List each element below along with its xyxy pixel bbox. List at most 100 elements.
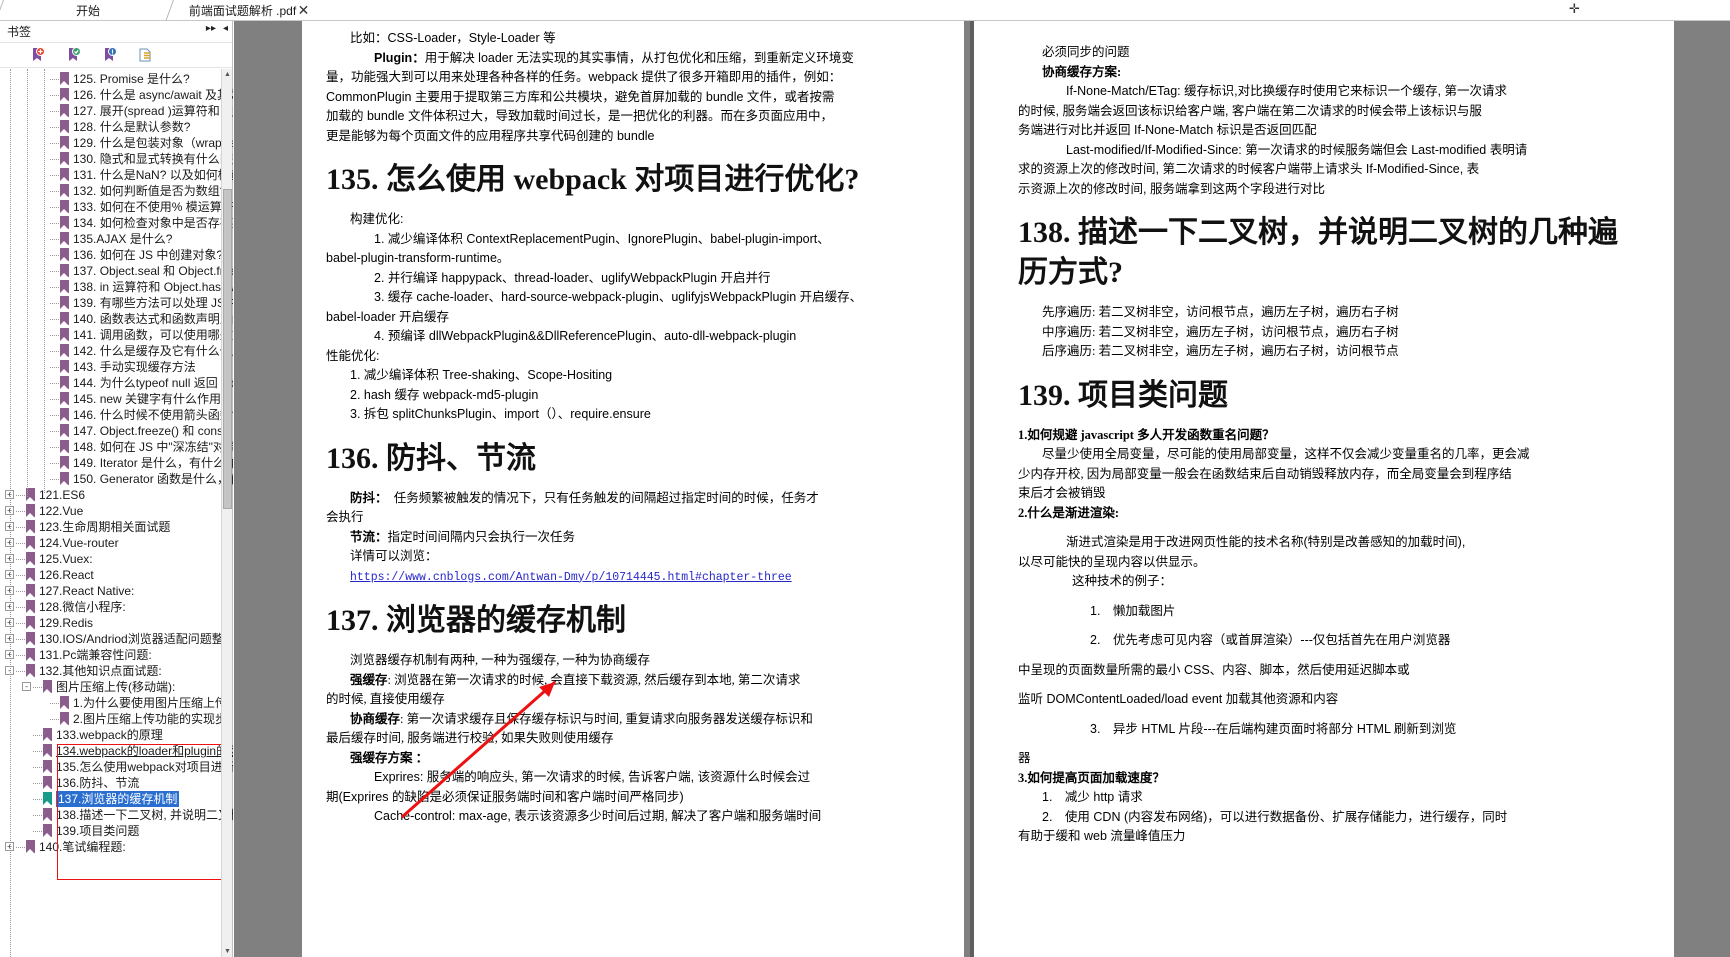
bookmark-item[interactable]: +123.生命周期相关面试题 — [0, 519, 233, 535]
bookmark-item[interactable]: 141. 调用函数，可以使用哪些方 — [0, 327, 233, 343]
bookmark-item[interactable]: 134.webpack的loader和plugin的区 — [0, 743, 233, 759]
text-run: 尽量少使用全局变量，尽可能的使用局部变量，这样不仅会减少变量重名的几率，更会减 — [1042, 447, 1530, 461]
paragraph: 1.如何规避 javascript 多人开发函数重名问题？ — [1018, 426, 1644, 446]
text-run: 的时候, 服务端会返回该标识给客户端, 客户端在第二次请求的时候会带上该标识与服 — [1018, 103, 1482, 118]
scroll-up-arrow[interactable]: ▲ — [222, 69, 233, 80]
tab-document[interactable]: 前端面试题解析 .pdf — [170, 0, 315, 21]
bookmark-item[interactable]: 135.AJAX 是什么? — [0, 231, 233, 247]
bookmark-item[interactable]: 138.描述一下二叉树, 并说明二叉树 — [0, 807, 233, 823]
document-viewport[interactable]: 比如：CSS-Loader，Style-Loader 等 Plugin：用于解决 … — [234, 21, 1730, 957]
bookmark-item[interactable]: +124.Vue-router — [0, 535, 233, 551]
bookmark-item[interactable]: 136.防抖、节流 — [0, 775, 233, 791]
bookmark-flag-icon — [26, 632, 35, 645]
bookmark-item[interactable]: 129. 什么是包装对象（wrapper — [0, 135, 233, 151]
bookmark-tree[interactable]: 125. Promise 是什么? 126. 什么是 async/await 及其… — [0, 69, 233, 957]
bookmark-flag-icon — [43, 792, 52, 805]
text-run: 比如：CSS-Loader，Style-Loader 等 — [350, 31, 556, 45]
bookmark-add-icon[interactable] — [30, 47, 46, 63]
bookmark-item[interactable]: 149. Iterator 是什么，有什么作 — [0, 455, 233, 471]
tree-connector — [16, 559, 25, 560]
bookmark-item[interactable]: 132. 如何判断值是否为数组? — [0, 183, 233, 199]
bookmark-flag-icon — [60, 120, 69, 133]
bookmark-label: 140. 函数表达式和函数声明之间 — [73, 312, 233, 326]
bookmark-item[interactable]: +122.Vue — [0, 503, 233, 519]
bookmark-item[interactable]: 139. 有哪些方法可以处理 JS 中 — [0, 295, 233, 311]
bookmark-item[interactable]: - 图片压缩上传(移动端): — [0, 679, 233, 695]
scrollbar-thumb[interactable] — [223, 189, 232, 509]
bookmark-delete-icon[interactable] — [102, 47, 118, 63]
bookmark-item[interactable]: 2.图片压缩上传功能的实现步 — [0, 711, 233, 727]
bookmark-item[interactable]: 147. Object.freeze() 和 const — [0, 423, 233, 439]
bookmark-item[interactable]: 134. 如何检查对象中是否存在某 — [0, 215, 233, 231]
close-icon[interactable]: ✕ — [296, 2, 311, 18]
text-run: 1. 减少编译体积 Tree-shaking、Scope-Hositing — [350, 368, 613, 382]
paragraph: 尽量少使用全局变量，尽可能的使用局部变量，这样不仅会减少变量重名的几率，更会减 — [1018, 445, 1644, 465]
bookmark-item[interactable]: 128. 什么是默认参数? — [0, 119, 233, 135]
external-link[interactable]: https://www.cnblogs.com/Antwan-Dmy/p/107… — [350, 571, 792, 584]
tree-connector — [16, 623, 25, 624]
new-tab-icon[interactable]: ✛ — [1569, 1, 1580, 17]
bookmark-item[interactable]: 140. 函数表达式和函数声明之间 — [0, 311, 233, 327]
bookmark-item[interactable]: 136. 如何在 JS 中创建对象? — [0, 247, 233, 263]
bookmark-item[interactable]: +130.IOS/Andriod浏览器适配问题整 — [0, 631, 233, 647]
bookmark-item[interactable]: 1.为什么要使用图片压缩上传 — [0, 695, 233, 711]
paragraph: 会执行 — [326, 508, 940, 528]
bookmark-label: 134.webpack的loader和plugin的区 — [56, 744, 233, 758]
bookmark-item[interactable]: 145. new 关键字有什么作用? — [0, 391, 233, 407]
paragraph: 务端进行对比并返回 If-None-Match 标识是否返回匹配 — [1018, 121, 1644, 141]
bookmark-label: 130. 隐式和显式转换有什么区别 — [73, 152, 233, 166]
tree-connector — [50, 287, 59, 288]
paragraph: 1. 懒加载图片 — [1018, 602, 1644, 622]
bookmark-label: 132. 如何判断值是否为数组? — [73, 184, 227, 198]
collapse-panel-icon[interactable]: ◂ — [223, 24, 228, 34]
bookmark-item[interactable]: 131. 什么是NaN? 以及如何检查 — [0, 167, 233, 183]
bookmark-item[interactable]: 137.浏览器的缓存机制 — [0, 791, 233, 807]
bookmark-item[interactable]: +121.ES6 — [0, 487, 233, 503]
bookmark-item[interactable]: 135.怎么使用webpack对项目进行优 — [0, 759, 233, 775]
bookmark-item[interactable]: 127. 展开(spread )运算符和 剩 — [0, 103, 233, 119]
tree-connector — [50, 319, 59, 320]
bookmark-item[interactable]: 150. Generator 函数是什么，有 — [0, 471, 233, 487]
text-run: 中序遍历: 若二叉树非空，遍历左子树，访问根节点，遍历右子树 — [1042, 324, 1399, 339]
bookmark-item[interactable]: 130. 隐式和显式转换有什么区别 — [0, 151, 233, 167]
bookmark-item[interactable]: 139.项目类问题 — [0, 823, 233, 839]
bookmark-item[interactable]: 143. 手动实现缓存方法 — [0, 359, 233, 375]
paragraph: 详情可以浏览： — [326, 547, 940, 567]
bookmark-item[interactable]: -132.其他知识点面试题: — [0, 663, 233, 679]
bookmark-item[interactable]: 133. 如何在不使用% 模运算符的 — [0, 199, 233, 215]
bookmark-item[interactable]: 138. in 运算符和 Object.hasOw — [0, 279, 233, 295]
bookmark-flag-icon — [26, 504, 35, 517]
paragraph: 先序遍历: 若二叉树非空，访问根节点，遍历左子树，遍历右子树 — [1018, 303, 1644, 323]
bookmark-item[interactable]: 126. 什么是 async/await 及其如 — [0, 87, 233, 103]
bookmark-item[interactable]: +129.Redis — [0, 615, 233, 631]
sidebar-scrollbar[interactable]: ▲ ▼ — [221, 69, 232, 957]
bookmark-flag-icon — [43, 760, 52, 773]
paragraph: 强缓存: 浏览器在第一次请求的时候, 会直接下载资源, 然后缓存到本地, 第二次… — [326, 671, 940, 691]
bookmark-item[interactable]: 133.webpack的原理 — [0, 727, 233, 743]
tree-connector — [50, 223, 59, 224]
bookmark-item[interactable]: +128.微信小程序: — [0, 599, 233, 615]
collapse-icon[interactable]: - — [22, 682, 31, 691]
tab-start[interactable]: 开始 — [0, 0, 170, 21]
bookmark-item[interactable]: 125. Promise 是什么? — [0, 71, 233, 87]
bookmark-item[interactable]: 144. 为什么typeof null 返回 obj — [0, 375, 233, 391]
bookmark-item[interactable]: 142. 什么是缓存及它有什么作用 — [0, 343, 233, 359]
paragraph: 比如：CSS-Loader，Style-Loader 等 — [326, 29, 940, 49]
bookmark-item[interactable]: 148. 如何在 JS 中"深冻结"对象 — [0, 439, 233, 455]
tree-connector — [16, 591, 25, 592]
expand-all-icon[interactable]: ▸▸ — [206, 24, 216, 34]
bookmark-item[interactable]: +140.笔试编程题: — [0, 839, 233, 855]
bookmark-item[interactable]: +126.React — [0, 567, 233, 583]
bookmark-edit-icon[interactable] — [66, 47, 82, 63]
tree-connector — [50, 447, 59, 448]
bookmark-item[interactable]: +125.Vuex: — [0, 551, 233, 567]
scroll-down-arrow[interactable]: ▼ — [222, 946, 233, 957]
bookmark-item[interactable]: +131.Pc端兼容性问题: — [0, 647, 233, 663]
bookmark-flag-icon — [60, 216, 69, 229]
bookmark-item[interactable]: 146. 什么时候不使用箭头函数? — [0, 407, 233, 423]
bookmark-item[interactable]: +127.React Native: — [0, 583, 233, 599]
bookmark-list-icon[interactable] — [138, 47, 154, 63]
bookmark-item[interactable]: 137. Object.seal 和 Object.free — [0, 263, 233, 279]
tree-connector — [50, 415, 59, 416]
